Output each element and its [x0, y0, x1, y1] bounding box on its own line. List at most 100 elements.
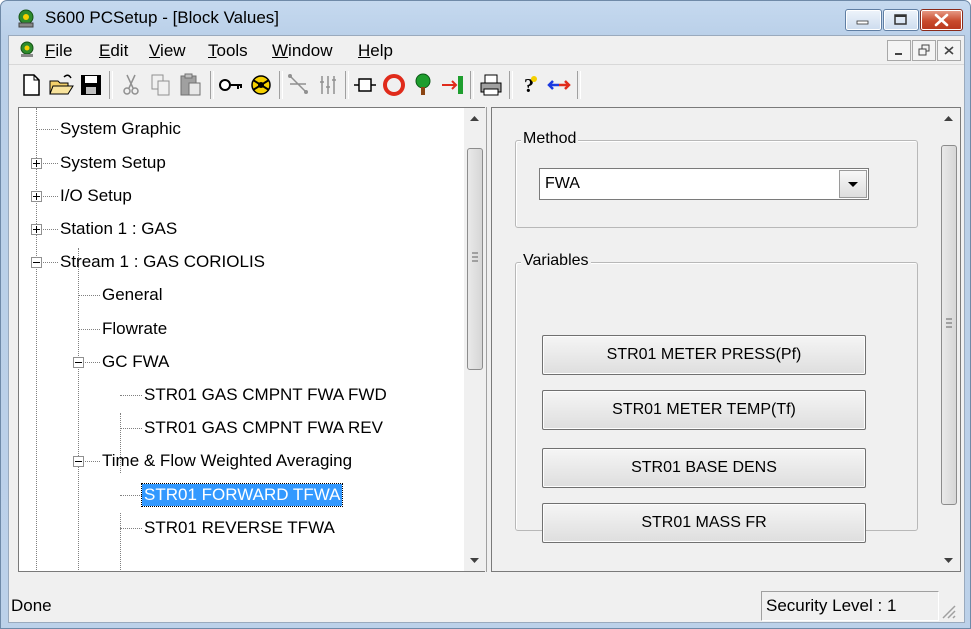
columns-button[interactable] [316, 72, 342, 98]
toolbar-separator [509, 71, 513, 99]
minimize-button[interactable] [845, 9, 882, 31]
resize-grip-icon[interactable] [939, 602, 957, 620]
collapse-icon[interactable] [73, 456, 84, 467]
toolbar: ? [9, 65, 964, 103]
tree-node-station-1[interactable]: Station 1 : GAS [58, 218, 179, 240]
print-button[interactable] [478, 72, 504, 98]
save-button[interactable] [78, 72, 104, 98]
menu-tools[interactable]: Tools [208, 41, 248, 61]
menu-edit[interactable]: Edit [99, 41, 128, 61]
client-area: File Edit View Tools Window Help ? Syste… [8, 35, 965, 623]
tree-connector [78, 295, 100, 296]
menu-bar: File Edit View Tools Window Help [9, 36, 964, 65]
tree-node-tfwa[interactable]: Time & Flow Weighted Averaging [100, 450, 354, 472]
variable-button-meter-temp[interactable]: STR01 METER TEMP(Tf) [542, 390, 866, 430]
tree-node-system-graphic[interactable]: System Graphic [58, 118, 183, 140]
copy-icon [151, 74, 170, 96]
tree-connector [41, 262, 58, 263]
collapse-icon[interactable] [31, 257, 42, 268]
tree-view[interactable]: System Graphic System Setup I/O Setup St… [18, 107, 485, 572]
tree-node-reverse-tfwa[interactable]: STR01 REVERSE TFWA [142, 517, 337, 539]
tree-guide-line [36, 108, 37, 571]
menu-help[interactable]: Help [358, 41, 393, 61]
mdi-close-button[interactable] [937, 40, 961, 61]
tree-node-forward-tfwa[interactable]: STR01 FORWARD TFWA [140, 483, 344, 507]
new-button[interactable] [18, 72, 44, 98]
help-button[interactable]: ? [517, 72, 543, 98]
toolbar-separator [279, 71, 283, 99]
variables-group-label: Variables [521, 252, 591, 270]
expand-icon[interactable] [31, 158, 42, 169]
block-button[interactable] [352, 72, 378, 98]
tree-connector [41, 229, 58, 230]
tree-connector [120, 495, 142, 496]
grip-icon [946, 318, 952, 328]
title-bar[interactable]: S600 PCSetup - [Block Values] [1, 1, 970, 35]
help-icon: ? [524, 75, 537, 97]
app-window: S600 PCSetup - [Block Values] File Edit … [0, 0, 971, 629]
copy-button[interactable] [148, 72, 174, 98]
toolbar-separator [577, 71, 581, 99]
print-icon [480, 74, 502, 96]
app-icon [18, 9, 34, 28]
tree-connector [120, 528, 142, 529]
security-level-panel: Security Level : 1 [761, 591, 939, 621]
minimize-icon [856, 20, 869, 25]
swap-button[interactable] [546, 72, 572, 98]
key-icon [219, 79, 242, 91]
green-tree-icon [415, 73, 431, 95]
scrollbar-thumb[interactable] [467, 148, 483, 370]
arrows-icon [547, 80, 571, 90]
save-icon [81, 75, 101, 95]
collapse-icon[interactable] [73, 357, 84, 368]
cut-button[interactable] [118, 72, 144, 98]
mdi-restore-button[interactable] [912, 40, 936, 61]
tree-node-flowrate[interactable]: Flowrate [100, 318, 169, 340]
tree-connector [120, 395, 142, 396]
scrollbar-thumb[interactable] [941, 145, 957, 505]
mdi-minimize-button[interactable] [887, 40, 911, 61]
variable-button-meter-press[interactable]: STR01 METER PRESS(Pf) [542, 335, 866, 375]
document-app-icon[interactable] [17, 40, 37, 60]
maximize-button[interactable] [883, 9, 919, 31]
tree-node-fwa-rev[interactable]: STR01 GAS CMPNT FWA REV [142, 417, 385, 439]
close-icon [934, 13, 949, 27]
scroll-down-icon[interactable] [464, 550, 485, 571]
menu-window[interactable]: Window [272, 41, 332, 61]
toolbar-separator [210, 71, 214, 99]
tree-node-stream-1[interactable]: Stream 1 : GAS CORIOLIS [58, 251, 267, 273]
restore-icon [918, 44, 930, 56]
connect-button[interactable] [248, 72, 274, 98]
menu-file[interactable]: File [45, 41, 72, 61]
dropdown-button[interactable] [839, 170, 867, 198]
transfer-button[interactable] [439, 72, 465, 98]
scroll-down-icon[interactable] [938, 550, 959, 571]
menu-view[interactable]: View [149, 41, 186, 61]
method-select[interactable]: FWA [539, 168, 869, 200]
close-button[interactable] [920, 9, 963, 31]
open-button[interactable] [48, 72, 74, 98]
maximize-icon [894, 14, 907, 25]
tree-connector [41, 196, 58, 197]
pane-scrollbar[interactable] [938, 108, 959, 571]
tree-node-gc-fwa[interactable]: GC FWA [100, 351, 171, 373]
tree-node-io-setup[interactable]: I/O Setup [58, 185, 134, 207]
scroll-up-icon[interactable] [464, 108, 485, 129]
expand-icon[interactable] [31, 191, 42, 202]
variable-button-base-dens[interactable]: STR01 BASE DENS [542, 448, 866, 488]
paste-button[interactable] [178, 72, 204, 98]
tree-node-system-setup[interactable]: System Setup [58, 152, 168, 174]
tree-node-fwa-fwd[interactable]: STR01 GAS CMPNT FWA FWD [142, 384, 389, 406]
variable-button-mass-fr[interactable]: STR01 MASS FR [542, 503, 866, 543]
security-key-button[interactable] [218, 72, 244, 98]
expand-icon[interactable] [31, 224, 42, 235]
tree-node-general[interactable]: General [100, 284, 164, 306]
tree-connector [83, 362, 100, 363]
tree-scrollbar[interactable] [464, 108, 485, 571]
tree-link-button[interactable] [286, 72, 312, 98]
scroll-up-icon[interactable] [938, 108, 959, 129]
stop-button[interactable] [381, 72, 407, 98]
download-button[interactable] [410, 72, 436, 98]
tree-guide-line [120, 513, 121, 571]
chevron-down-icon [848, 182, 858, 187]
